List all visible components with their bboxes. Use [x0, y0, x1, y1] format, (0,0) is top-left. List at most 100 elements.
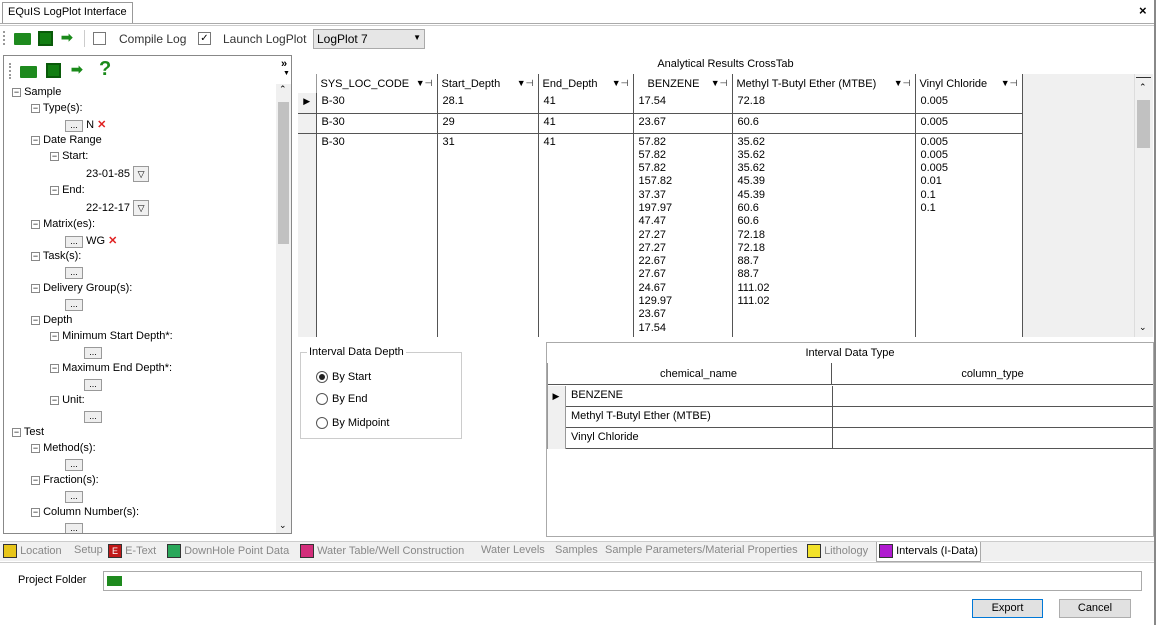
- tab-water-table[interactable]: Water Table/Well Construction: [300, 544, 464, 561]
- scroll-thumb[interactable]: [1137, 100, 1150, 148]
- cell-chemical-name[interactable]: Methyl T-Butyl Ether (MTBE): [571, 410, 711, 422]
- cell-benzene[interactable]: 17.54: [633, 93, 733, 114]
- row-header[interactable]: [298, 133, 317, 337]
- cell-start-depth[interactable]: 31: [437, 133, 539, 337]
- open-folder-icon[interactable]: [14, 33, 31, 45]
- col-header-column-type[interactable]: column_type: [832, 363, 1153, 385]
- radio-icon[interactable]: [316, 393, 328, 406]
- col-header-end-depth[interactable]: End_Depth ▼⊣: [538, 74, 634, 93]
- overflow-chevron-icon[interactable]: »: [281, 58, 287, 70]
- compile-log-checkbox[interactable]: [93, 32, 106, 45]
- tree-node-unit[interactable]: − Unit:: [50, 394, 85, 406]
- cell-end-depth[interactable]: 41: [538, 93, 634, 114]
- launch-logplot-checkbox[interactable]: ✓: [198, 32, 211, 45]
- tree-node-sample[interactable]: − Sample: [12, 86, 61, 98]
- close-icon[interactable]: ×: [1139, 3, 1147, 18]
- collapse-icon[interactable]: −: [50, 152, 59, 161]
- start-date-dropdown[interactable]: ▽: [133, 166, 150, 182]
- table-row[interactable]: B-30 29 41 23.67 60.6 0.005: [298, 113, 1023, 134]
- col-header-benzene[interactable]: BENZENE ▼⊣: [633, 74, 733, 93]
- radio-by-midpoint[interactable]: By Midpoint: [316, 417, 389, 430]
- dropdown-arrow-icon[interactable]: ▼: [283, 70, 290, 77]
- run-arrow-icon[interactable]: ➡: [71, 61, 83, 78]
- help-icon[interactable]: ?: [99, 58, 111, 81]
- tab-lithology[interactable]: Lithology: [807, 544, 868, 561]
- collapse-icon[interactable]: −: [31, 220, 40, 229]
- collapse-icon[interactable]: −: [12, 428, 21, 437]
- cell-start-depth[interactable]: 29: [437, 113, 539, 134]
- collapse-icon[interactable]: −: [31, 444, 40, 453]
- tab-setup[interactable]: Setup: [74, 544, 103, 561]
- collapse-icon[interactable]: −: [12, 88, 21, 97]
- export-button[interactable]: Export: [972, 599, 1043, 618]
- cell-vinyl-chloride[interactable]: 0.005: [915, 93, 1023, 114]
- table-row[interactable]: ▶ BENZENE: [547, 386, 1153, 407]
- save-icon[interactable]: [38, 31, 53, 46]
- save-icon[interactable]: [46, 63, 61, 78]
- crosstab-scrollbar[interactable]: ⌃ ⌄: [1134, 74, 1151, 337]
- browse-button[interactable]: ...: [65, 523, 83, 533]
- end-date-dropdown[interactable]: ▽: [133, 200, 150, 216]
- tree-node-column-numbers[interactable]: − Column Number(s):: [31, 506, 139, 518]
- cell-benzene[interactable]: 57.82 57.82 57.82 157.82 37.37 197.97 47…: [633, 133, 733, 337]
- row-header[interactable]: [547, 428, 566, 449]
- run-arrow-icon[interactable]: ➡: [61, 29, 73, 46]
- tree-node-start[interactable]: − Start:: [50, 150, 88, 162]
- logplot-version-select[interactable]: LogPlot 7 ▼: [313, 29, 425, 49]
- cell-loc[interactable]: B-30: [316, 133, 438, 337]
- filter-icon[interactable]: ▼⊣: [517, 78, 534, 89]
- folder-icon[interactable]: [107, 576, 122, 586]
- row-header[interactable]: [298, 113, 317, 134]
- tab-e-text[interactable]: E E-Text: [108, 544, 156, 561]
- browse-button[interactable]: ...: [65, 491, 83, 503]
- browse-button[interactable]: ...: [84, 411, 102, 423]
- col-header-mtbe[interactable]: Methyl T-Butyl Ether (MTBE) ▼⊣: [732, 74, 916, 93]
- window-title-tab[interactable]: EQuIS LogPlot Interface: [2, 2, 133, 23]
- tab-intervals[interactable]: Intervals (I-Data): [876, 542, 981, 562]
- cell-mtbe[interactable]: 72.18: [732, 93, 916, 114]
- cell-mtbe[interactable]: 35.62 35.62 35.62 45.39 45.39 60.6 60.6 …: [732, 133, 916, 337]
- cell-mtbe[interactable]: 60.6: [732, 113, 916, 134]
- scroll-down-icon[interactable]: ⌄: [279, 520, 287, 531]
- collapse-icon[interactable]: −: [31, 136, 40, 145]
- collapse-icon[interactable]: −: [50, 186, 59, 195]
- browse-button[interactable]: ...: [84, 347, 102, 359]
- table-row[interactable]: B-30 31 41 57.82 57.82 57.82 157.82 37.3…: [298, 133, 1023, 337]
- browse-button[interactable]: ...: [65, 459, 83, 471]
- tab-downhole[interactable]: DownHole Point Data: [167, 544, 289, 561]
- tree-node-fractions[interactable]: − Fraction(s):: [31, 474, 99, 486]
- cell-end-depth[interactable]: 41: [538, 113, 634, 134]
- filter-icon[interactable]: ▼⊣: [711, 78, 728, 89]
- tree-node-matrix[interactable]: − Matrix(es):: [31, 218, 95, 230]
- cell-start-depth[interactable]: 28.1: [437, 93, 539, 114]
- scroll-thumb[interactable]: [278, 102, 289, 244]
- radio-icon[interactable]: [316, 417, 328, 430]
- tree-scrollbar[interactable]: ⌃ ⌄: [276, 84, 291, 533]
- tree-node-methods[interactable]: − Method(s):: [31, 442, 96, 454]
- collapse-icon[interactable]: −: [31, 508, 40, 517]
- col-header-start-depth[interactable]: Start_Depth ▼⊣: [437, 74, 539, 93]
- radio-by-end[interactable]: By End: [316, 393, 367, 406]
- collapse-icon[interactable]: −: [31, 252, 40, 261]
- col-header-sys-loc-code[interactable]: SYS_LOC_CODE ▼⊣: [316, 74, 438, 93]
- table-row[interactable]: Vinyl Chloride: [547, 428, 1153, 449]
- browse-button[interactable]: ...: [65, 267, 83, 279]
- cell-benzene[interactable]: 23.67: [633, 113, 733, 134]
- cell-chemical-name[interactable]: BENZENE: [571, 389, 623, 401]
- collapse-icon[interactable]: −: [50, 396, 59, 405]
- tree-node-delivery[interactable]: − Delivery Group(s):: [31, 282, 132, 294]
- table-row[interactable]: Methyl T-Butyl Ether (MTBE): [547, 407, 1153, 428]
- tab-water-levels[interactable]: Water Levels: [481, 544, 545, 561]
- col-header-chemical-name[interactable]: chemical_name: [566, 363, 832, 385]
- filter-icon[interactable]: ▼⊣: [1001, 78, 1018, 89]
- tab-location[interactable]: Location: [3, 544, 62, 561]
- collapse-icon[interactable]: −: [50, 364, 59, 373]
- collapse-icon[interactable]: −: [31, 104, 40, 113]
- browse-button[interactable]: ...: [84, 379, 102, 391]
- browse-button[interactable]: ...: [65, 299, 83, 311]
- tab-sample-parameters[interactable]: Sample Parameters/Material Properties: [605, 544, 798, 561]
- filter-icon[interactable]: ▼⊣: [612, 78, 629, 89]
- project-folder-input[interactable]: [103, 571, 1142, 591]
- scroll-down-icon[interactable]: ⌄: [1139, 322, 1147, 333]
- cell-chemical-name[interactable]: Vinyl Chloride: [571, 431, 639, 443]
